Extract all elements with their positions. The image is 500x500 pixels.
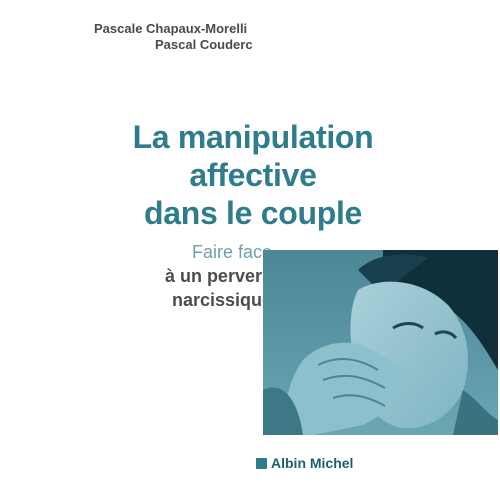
title-line: dans le couple — [143, 195, 363, 231]
book-subtitle: Faire face à un pervers narcissique — [112, 240, 272, 312]
subtitle-line: narcissique — [171, 290, 272, 310]
author-name: Pascale Chapaux-Morelli — [94, 21, 248, 36]
title-line: La manipulation — [132, 119, 374, 155]
book-title: La manipulation affective dans le couple — [88, 118, 418, 232]
publisher-name: Albin Michel — [271, 455, 354, 471]
book-cover: Pascale Chapaux-Morelli Pascal Couderc L… — [88, 0, 498, 500]
cover-photo — [263, 250, 498, 435]
title-line: affective — [189, 157, 317, 193]
subtitle-line: Faire face — [191, 242, 272, 262]
square-icon — [256, 457, 267, 469]
subtitle-line: à un pervers — [164, 266, 272, 286]
woman-portrait-illustration — [263, 250, 498, 435]
author-name: Pascal Couderc — [155, 37, 253, 52]
publisher-logo: Albin Michel — [256, 454, 353, 472]
